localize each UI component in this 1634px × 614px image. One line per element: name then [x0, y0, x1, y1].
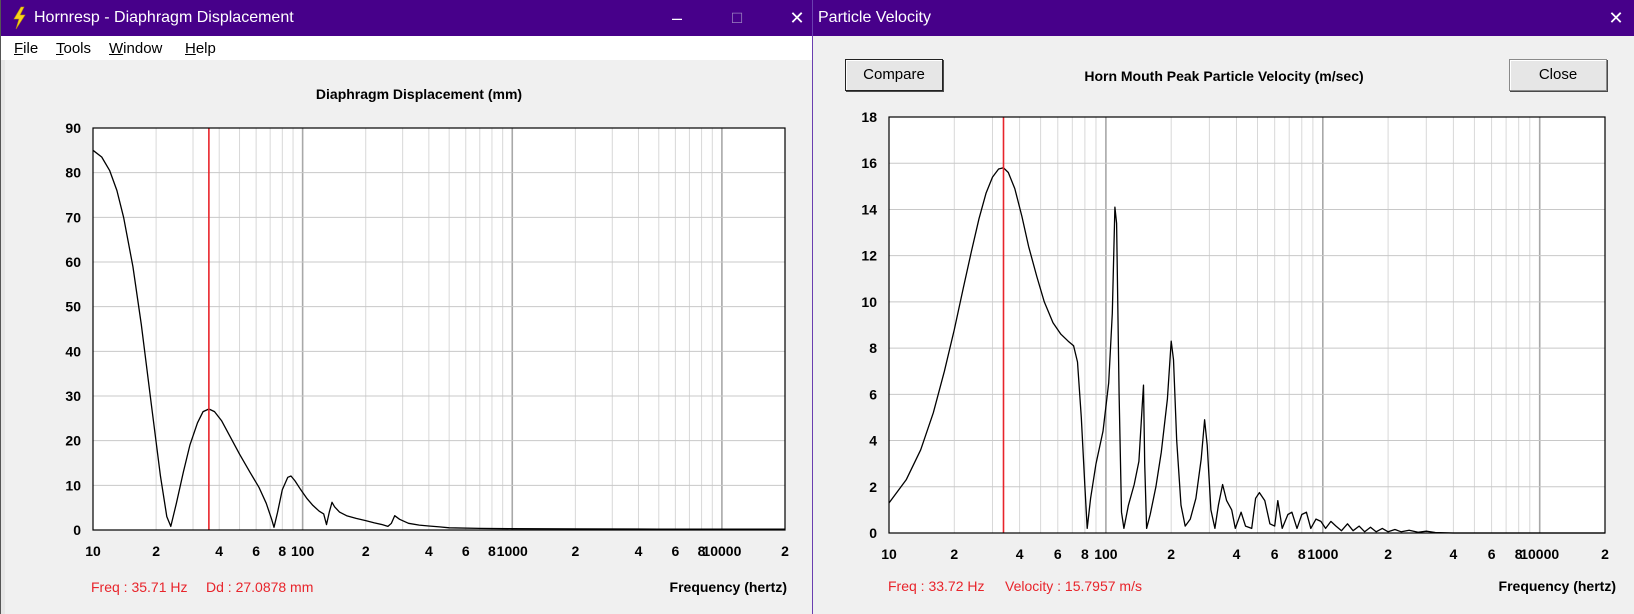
- y-tick-label: 12: [861, 248, 877, 264]
- y-tick-label: 10: [861, 294, 877, 310]
- x-tick-label: 6: [1054, 546, 1062, 562]
- y-tick-label: 60: [65, 254, 81, 270]
- x-tick-label: 8: [1298, 546, 1306, 562]
- freq-readout: Freq : 33.72 Hz: [888, 578, 985, 594]
- close-button[interactable]: ✕: [1602, 6, 1630, 30]
- x-tick-label: 2: [362, 543, 370, 559]
- velocity-titlebar[interactable]: Particle Velocity ✕: [813, 0, 1634, 36]
- x-tick-label: 8: [1081, 546, 1089, 562]
- value-readout: Dd : 27.0878 mm: [206, 579, 314, 595]
- x-tick-label: 4: [425, 543, 433, 559]
- y-tick-label: 4: [869, 433, 877, 449]
- x-tick-label: 100: [291, 543, 315, 559]
- menu-window[interactable]: Window: [109, 40, 162, 57]
- x-tick-label: 4: [215, 543, 223, 559]
- x-tick-label: 8: [278, 543, 286, 559]
- menu-file[interactable]: File: [14, 40, 38, 57]
- y-tick-label: 16: [861, 155, 877, 171]
- chart-title: Diaphragm Displacement (mm): [315, 86, 523, 102]
- lightning-bolt-icon: [13, 6, 26, 30]
- x-axis-label: Frequency (hertz): [1498, 578, 1616, 594]
- y-tick-label: 80: [65, 165, 81, 181]
- x-tick-label: 10000: [702, 543, 741, 559]
- x-tick-label: 100: [1094, 546, 1118, 562]
- y-tick-label: 50: [65, 299, 81, 315]
- x-tick-label: 2: [950, 546, 958, 562]
- y-tick-label: 10: [65, 477, 81, 493]
- close-button[interactable]: ✕: [783, 6, 811, 30]
- x-tick-label: 1000: [497, 543, 528, 559]
- y-tick-label: 6: [869, 386, 877, 402]
- value-readout: Velocity : 15.7957 m/s: [1005, 578, 1142, 594]
- x-tick-label: 2: [1601, 546, 1609, 562]
- plot-area: [889, 117, 1605, 533]
- x-tick-label: 4: [635, 543, 643, 559]
- menu-help[interactable]: Help: [185, 40, 216, 57]
- x-tick-label: 6: [1271, 546, 1279, 562]
- x-tick-label: 10: [85, 543, 101, 559]
- y-tick-label: 40: [65, 343, 81, 359]
- y-tick-label: 70: [65, 209, 81, 225]
- window-title: Hornresp - Diaphragm Displacement: [34, 9, 294, 26]
- x-tick-label: 10000: [1520, 546, 1559, 562]
- displacement-titlebar[interactable]: Hornresp - Diaphragm Displacement – ☐ ✕: [1, 0, 813, 36]
- y-tick-label: 30: [65, 388, 81, 404]
- x-tick-label: 4: [1016, 546, 1024, 562]
- x-tick-label: 2: [781, 543, 789, 559]
- plot-area: [93, 128, 785, 530]
- menu-tools[interactable]: Tools: [56, 40, 91, 57]
- x-tick-label: 2: [571, 543, 579, 559]
- maximize-button[interactable]: ☐: [723, 6, 751, 30]
- y-tick-label: 18: [861, 109, 877, 125]
- x-tick-label: 2: [152, 543, 160, 559]
- y-tick-label: 0: [869, 525, 877, 541]
- x-tick-label: 6: [252, 543, 260, 559]
- menu-label: ile: [23, 40, 39, 57]
- menu-label: elp: [195, 40, 216, 57]
- displacement-window: Hornresp - Diaphragm Displacement – ☐ ✕ …: [0, 0, 813, 614]
- x-tick-label: 6: [1488, 546, 1496, 562]
- y-tick-label: 2: [869, 479, 877, 495]
- x-axis-label: Frequency (hertz): [669, 579, 787, 595]
- menu-label: ools: [63, 40, 92, 57]
- x-tick-label: 2: [1167, 546, 1175, 562]
- y-tick-label: 20: [65, 433, 81, 449]
- menu-accel: F: [14, 40, 24, 57]
- x-tick-label: 8: [488, 543, 496, 559]
- menu-bar: File Tools Window Help: [1, 36, 813, 60]
- menu-accel: T: [56, 40, 64, 57]
- x-tick-label: 10: [881, 546, 897, 562]
- y-tick-label: 90: [65, 120, 81, 136]
- x-tick-label: 1000: [1307, 546, 1338, 562]
- chart-title: Horn Mouth Peak Particle Velocity (m/sec…: [1084, 68, 1364, 84]
- freq-readout: Freq : 35.71 Hz: [91, 579, 188, 595]
- minimize-button[interactable]: –: [663, 6, 691, 30]
- x-tick-label: 6: [462, 543, 470, 559]
- y-tick-label: 14: [861, 201, 877, 217]
- particle-velocity-chart: 02468101214161810 2 4 6 8 100 2 4 6 8 1000 2 4 6 81000…: [861, 109, 1609, 562]
- particle-velocity-window: Particle Velocity ✕ Compare Close Horn M…: [812, 0, 1634, 614]
- menu-label: indow: [123, 40, 163, 57]
- displacement-chart: 010203040506070809010 2 4 6 8 100 2 4 6 8 1000 2 4 6 8…: [65, 120, 789, 559]
- x-tick-label: 4: [1449, 546, 1457, 562]
- x-tick-label: 4: [1233, 546, 1241, 562]
- x-tick-label: 2: [1384, 546, 1392, 562]
- x-tick-label: 6: [671, 543, 679, 559]
- menu-accel: W: [109, 40, 124, 57]
- window-title: Particle Velocity: [818, 9, 931, 26]
- menu-accel: H: [185, 40, 196, 57]
- y-tick-label: 8: [869, 340, 877, 356]
- y-tick-label: 0: [73, 522, 81, 538]
